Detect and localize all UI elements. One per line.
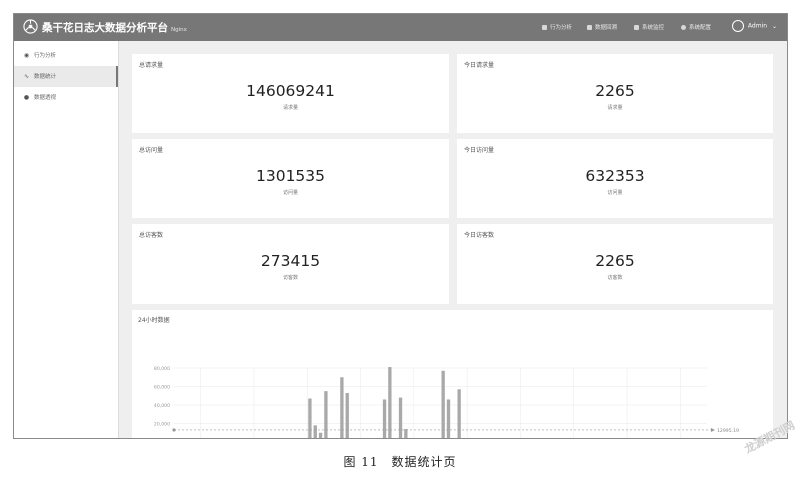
user-name: Admin bbox=[747, 22, 768, 30]
card-value: 632353 bbox=[585, 167, 645, 185]
sidebar-item-data-pivot[interactable]: ● 数据透视 bbox=[14, 87, 118, 108]
card-title: 总访问量 bbox=[139, 147, 164, 154]
stat-card-total-visits: 总访问量 1301535 访问量 bbox=[132, 139, 449, 218]
nav-system-monitor[interactable]: 系统监控 bbox=[634, 23, 664, 31]
card-subtitle: 访问量 bbox=[282, 190, 298, 196]
sidebar-item-label: 数据透视 bbox=[34, 95, 57, 101]
chart-bar bbox=[452, 438, 455, 439]
chart-bar bbox=[457, 389, 461, 438]
card-title: 今日访问量 bbox=[464, 147, 495, 154]
chart-bar bbox=[308, 398, 312, 438]
card-subtitle: 访问量 bbox=[607, 190, 623, 196]
chevron-down-icon: ⌄ bbox=[771, 22, 777, 30]
card-title: 总请求量 bbox=[139, 62, 164, 69]
sidebar-item-behavior-analysis[interactable]: ◉ 行为分析 bbox=[14, 45, 118, 66]
card-subtitle: 访客数 bbox=[607, 275, 623, 281]
chart-bar bbox=[404, 429, 408, 438]
sidebar-item-label: 数据统计 bbox=[34, 74, 57, 80]
card-subtitle: 请求量 bbox=[282, 105, 298, 111]
sidebar: ◉ 行为分析 ∿ 数据统计 ● 数据透视 bbox=[14, 41, 119, 438]
markline-label: 12995.19 bbox=[717, 428, 739, 434]
y-tick-label: 20,000 bbox=[154, 421, 170, 427]
chart-bar bbox=[398, 397, 403, 438]
figure-caption: 图 11 数据统计页 bbox=[343, 455, 457, 469]
gear-icon bbox=[681, 25, 686, 30]
card-value: 2265 bbox=[595, 252, 635, 270]
chart-bar bbox=[382, 399, 387, 438]
chart-card-24h: 24小时数据 0 20,000 40,000 60,000 80,000 2022-01-… bbox=[132, 310, 773, 439]
markline-start-marker bbox=[172, 428, 176, 432]
y-tick-label: 80,000 bbox=[154, 366, 170, 372]
chart-bar bbox=[345, 392, 349, 438]
app-window: 桑干花日志大数据分析平台 Nginx 行为分析 数据回溯 系统监控 系统配置 Ad… bbox=[13, 13, 788, 439]
card-value: 146069241 bbox=[246, 82, 335, 100]
nav-behavior-analysis[interactable]: 行为分析 bbox=[542, 23, 572, 31]
stat-card-today-requests: 今日请求量 2265 请求量 bbox=[457, 54, 773, 133]
card-value: 2265 bbox=[595, 82, 635, 100]
chart-bar bbox=[313, 425, 317, 438]
card-title: 今日访客数 bbox=[464, 232, 495, 239]
card-subtitle: 请求量 bbox=[607, 105, 623, 111]
monitor-icon bbox=[634, 25, 639, 30]
database-icon bbox=[587, 25, 592, 30]
chart-bar bbox=[388, 367, 392, 438]
pie-chart-icon: ● bbox=[23, 94, 30, 101]
sidebar-item-data-statistics[interactable]: ∿ 数据统计 bbox=[14, 66, 118, 87]
y-tick-label: 40,000 bbox=[154, 403, 170, 409]
card-title: 今日请求量 bbox=[464, 62, 495, 69]
y-tick-label: 60,000 bbox=[154, 384, 170, 390]
stat-card-total-visitors: 总访客数 273415 访客数 bbox=[132, 224, 449, 304]
card-subtitle: 访客数 bbox=[282, 275, 298, 281]
chart-bar bbox=[446, 399, 451, 438]
app-title: 桑干花日志大数据分析平台 Nginx bbox=[42, 22, 187, 34]
card-value: 1301535 bbox=[255, 167, 326, 185]
nav-data-backtrack[interactable]: 数据回溯 bbox=[587, 23, 617, 31]
chart-bar bbox=[324, 391, 328, 438]
line-chart-icon: ∿ bbox=[23, 73, 30, 80]
top-navbar: 桑干花日志大数据分析平台 Nginx 行为分析 数据回溯 系统监控 系统配置 Ad… bbox=[14, 14, 787, 41]
stat-card-today-visitors: 今日访客数 2265 访客数 bbox=[457, 224, 773, 304]
analysis-icon bbox=[542, 25, 547, 30]
eye-icon: ◉ bbox=[23, 52, 30, 59]
bar-chart: 020,00040,00060,00080,0002022-01-25 12:0… bbox=[154, 366, 739, 439]
avatar-icon bbox=[731, 20, 744, 32]
sidebar-item-label: 行为分析 bbox=[34, 53, 57, 59]
app-subtitle: Nginx bbox=[171, 27, 187, 33]
nav-system-config[interactable]: 系统配置 bbox=[681, 23, 711, 31]
user-menu[interactable]: Admin ⌄ bbox=[731, 20, 777, 32]
card-title: 总访客数 bbox=[139, 232, 164, 239]
stat-card-today-visits: 今日访问量 632353 访问量 bbox=[457, 139, 773, 218]
logo-icon bbox=[23, 19, 38, 34]
chart-bar bbox=[318, 432, 323, 438]
markline-end-arrow-icon bbox=[711, 427, 715, 432]
card-value: 273415 bbox=[260, 252, 321, 270]
stat-card-total-requests: 总请求量 146069241 请求量 bbox=[132, 54, 449, 133]
chart-bar bbox=[441, 370, 445, 438]
